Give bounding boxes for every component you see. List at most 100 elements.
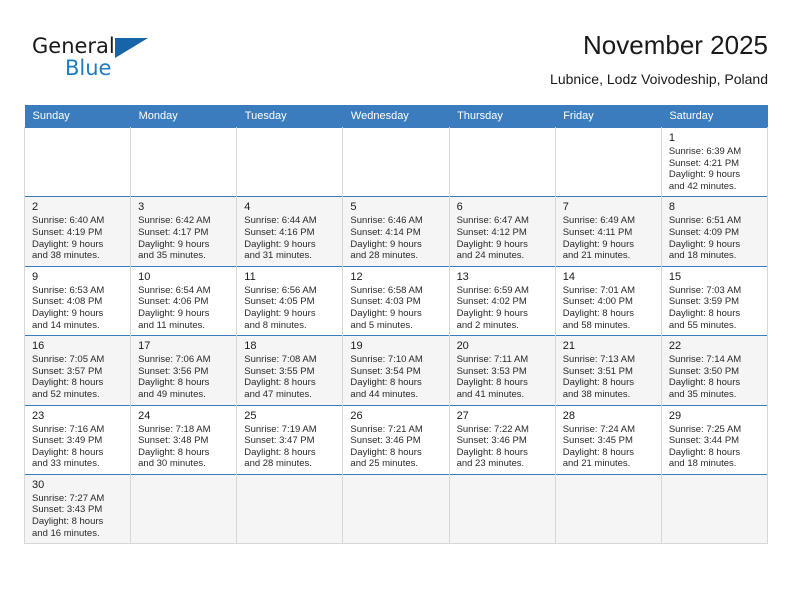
day-cell[interactable]: 19 Sunrise: 7:10 AM Sunset: 3:54 PM Dayl… [342,335,450,405]
day-cell[interactable]: 10 Sunrise: 6:54 AM Sunset: 4:06 PM Dayl… [130,265,238,336]
day-cell-empty [554,126,662,197]
daylight-text-line2: and 52 minutes. [32,388,100,400]
sunset-text: Sunset: 3:43 PM [32,504,103,516]
day-cell[interactable]: 9 Sunrise: 6:53 AM Sunset: 4:08 PM Dayli… [23,265,132,336]
day-cell[interactable]: 21 Sunrise: 7:13 AM Sunset: 3:51 PM Dayl… [554,335,662,405]
sunrise-text: Sunrise: 7:14 AM [668,354,742,366]
day-number: 10 [138,270,151,283]
daylight-text-line1: Daylight: 8 hours [350,377,422,389]
day-details: Sunrise: 6:51 AM Sunset: 4:09 PM Dayligh… [669,215,762,261]
day-cell[interactable]: 25 Sunrise: 7:19 AM Sunset: 3:47 PM Dayl… [236,404,344,475]
day-cell[interactable]: 14 Sunrise: 7:01 AM Sunset: 4:00 PM Dayl… [554,265,662,336]
day-cell[interactable]: 12 Sunrise: 6:58 AM Sunset: 4:03 PM Dayl… [342,265,450,336]
sunrise-text: Sunrise: 6:46 AM [350,215,423,227]
daylight-text-line1: Daylight: 9 hours [562,238,634,250]
day-details: Sunrise: 7:05 AM Sunset: 3:57 PM Dayligh… [32,354,125,400]
day-cell[interactable]: 22 Sunrise: 7:14 AM Sunset: 3:50 PM Dayl… [660,335,769,405]
day-number: 25 [244,409,257,422]
daylight-text-line2: and 2 minutes. [456,319,519,331]
day-cell[interactable]: 16 Sunrise: 7:05 AM Sunset: 3:57 PM Dayl… [23,335,132,405]
day-details: Sunrise: 7:13 AM Sunset: 3:51 PM Dayligh… [563,354,656,400]
day-number: 15 [668,270,682,283]
day-cell[interactable]: 20 Sunrise: 7:11 AM Sunset: 3:53 PM Dayl… [448,335,556,405]
week-row: 2 Sunrise: 6:40 AM Sunset: 4:19 PM Dayli… [23,196,769,267]
sunrise-text: Sunrise: 6:58 AM [350,284,423,296]
sunset-text: Sunset: 4:12 PM [456,226,527,238]
day-cell[interactable]: 5 Sunrise: 6:46 AM Sunset: 4:14 PM Dayli… [342,196,450,267]
weekday-header-sunday: Sunday [24,105,131,128]
day-details: Sunrise: 6:40 AM Sunset: 4:19 PM Dayligh… [32,215,125,261]
day-cell[interactable]: 28 Sunrise: 7:24 AM Sunset: 3:45 PM Dayl… [554,404,662,475]
day-cell[interactable]: 1 Sunrise: 6:39 AM Sunset: 4:21 PM Dayli… [660,126,769,197]
day-details: Sunrise: 7:08 AM Sunset: 3:55 PM Dayligh… [244,354,337,400]
sunset-text: Sunset: 4:06 PM [138,296,209,308]
day-cell[interactable]: 26 Sunrise: 7:21 AM Sunset: 3:46 PM Dayl… [342,404,450,475]
day-cell[interactable]: 23 Sunrise: 7:16 AM Sunset: 3:49 PM Dayl… [23,404,132,475]
day-cell[interactable]: 8 Sunrise: 6:51 AM Sunset: 4:09 PM Dayli… [660,196,769,267]
daylight-text-line1: Daylight: 8 hours [32,446,104,458]
day-cell[interactable]: 15 Sunrise: 7:03 AM Sunset: 3:59 PM Dayl… [660,265,769,336]
daylight-text-line2: and 18 minutes. [668,458,737,470]
day-cell[interactable]: 13 Sunrise: 6:59 AM Sunset: 4:02 PM Dayl… [448,265,556,336]
sunrise-text: Sunrise: 7:24 AM [562,423,636,435]
day-cell[interactable]: 11 Sunrise: 6:56 AM Sunset: 4:05 PM Dayl… [236,265,344,336]
day-cell[interactable]: 4 Sunrise: 6:44 AM Sunset: 4:16 PM Dayli… [236,196,344,267]
sunrise-text: Sunrise: 6:54 AM [138,284,211,296]
sunrise-text: Sunrise: 7:06 AM [138,354,211,366]
daylight-text-line2: and 21 minutes. [562,458,631,470]
day-cell[interactable]: 29 Sunrise: 7:25 AM Sunset: 3:44 PM Dayl… [660,404,769,475]
sunset-text: Sunset: 3:46 PM [350,435,421,447]
general-blue-logo[interactable]: General Blue [32,34,212,90]
day-cell[interactable]: 3 Sunrise: 6:42 AM Sunset: 4:17 PM Dayli… [130,196,238,267]
week-row: 9 Sunrise: 6:53 AM Sunset: 4:08 PM Dayli… [23,265,769,336]
calendar-body: 1 Sunrise: 6:39 AM Sunset: 4:21 PM Dayli… [23,126,769,545]
daylight-text-line2: and 49 minutes. [138,388,206,400]
sunrise-text: Sunrise: 7:10 AM [350,354,423,366]
day-number: 7 [562,201,569,214]
sunset-text: Sunset: 4:19 PM [32,226,103,238]
sunrise-text: Sunrise: 7:19 AM [244,423,317,435]
weekday-header-tuesday: Tuesday [236,105,343,128]
day-cell-empty [448,126,556,197]
title-block: November 2025 Lubnice, Lodz Voivodeship,… [550,28,768,90]
daylight-text-line1: Daylight: 8 hours [668,446,741,458]
sunrise-text: Sunrise: 7:25 AM [668,423,742,435]
weekday-header-row: Sunday Monday Tuesday Wednesday Thursday… [24,105,768,128]
daylight-text-line1: Daylight: 9 hours [244,238,316,250]
sunrise-text: Sunrise: 7:11 AM [456,354,529,366]
day-details: Sunrise: 7:22 AM Sunset: 3:46 PM Dayligh… [457,424,550,470]
sunset-text: Sunset: 3:49 PM [32,435,103,447]
daylight-text-line1: Daylight: 9 hours [668,238,741,250]
day-details: Sunrise: 7:03 AM Sunset: 3:59 PM Dayligh… [669,285,762,331]
day-cell[interactable]: 7 Sunrise: 6:49 AM Sunset: 4:11 PM Dayli… [554,196,662,267]
day-details: Sunrise: 7:11 AM Sunset: 3:53 PM Dayligh… [457,354,550,400]
day-cell[interactable]: 30 Sunrise: 7:27 AM Sunset: 3:43 PM Dayl… [23,473,132,545]
daylight-text-line1: Daylight: 9 hours [456,307,528,319]
sunrise-text: Sunrise: 6:42 AM [138,215,211,227]
day-cell[interactable]: 2 Sunrise: 6:40 AM Sunset: 4:19 PM Dayli… [23,196,132,267]
daylight-text-line1: Daylight: 9 hours [668,169,741,181]
daylight-text-line2: and 41 minutes. [456,388,525,400]
day-cell[interactable]: 6 Sunrise: 6:47 AM Sunset: 4:12 PM Dayli… [448,196,556,267]
day-cell[interactable]: 24 Sunrise: 7:18 AM Sunset: 3:48 PM Dayl… [130,404,238,475]
sunset-text: Sunset: 4:17 PM [138,226,209,238]
daylight-text-line1: Daylight: 8 hours [456,446,528,458]
day-cell[interactable]: 18 Sunrise: 7:08 AM Sunset: 3:55 PM Dayl… [236,335,344,405]
sunset-text: Sunset: 3:56 PM [138,365,209,377]
day-cell-empty [660,473,769,545]
daylight-text-line2: and 8 minutes. [244,319,307,331]
day-details: Sunrise: 6:56 AM Sunset: 4:05 PM Dayligh… [244,285,337,331]
sunset-text: Sunset: 3:57 PM [32,365,103,377]
daylight-text-line1: Daylight: 9 hours [350,238,422,250]
sunrise-text: Sunrise: 6:53 AM [32,284,105,296]
daylight-text-line1: Daylight: 9 hours [244,307,316,319]
weekday-header-friday: Friday [555,105,662,128]
week-row: 23 Sunrise: 7:16 AM Sunset: 3:49 PM Dayl… [23,404,769,475]
day-number: 27 [456,409,469,422]
daylight-text-line2: and 35 minutes. [668,388,737,400]
sunset-text: Sunset: 3:53 PM [456,365,527,377]
day-cell[interactable]: 17 Sunrise: 7:06 AM Sunset: 3:56 PM Dayl… [130,335,238,405]
day-cell[interactable]: 27 Sunrise: 7:22 AM Sunset: 3:46 PM Dayl… [448,404,556,475]
day-number: 19 [350,340,363,353]
sunset-text: Sunset: 4:02 PM [456,296,527,308]
